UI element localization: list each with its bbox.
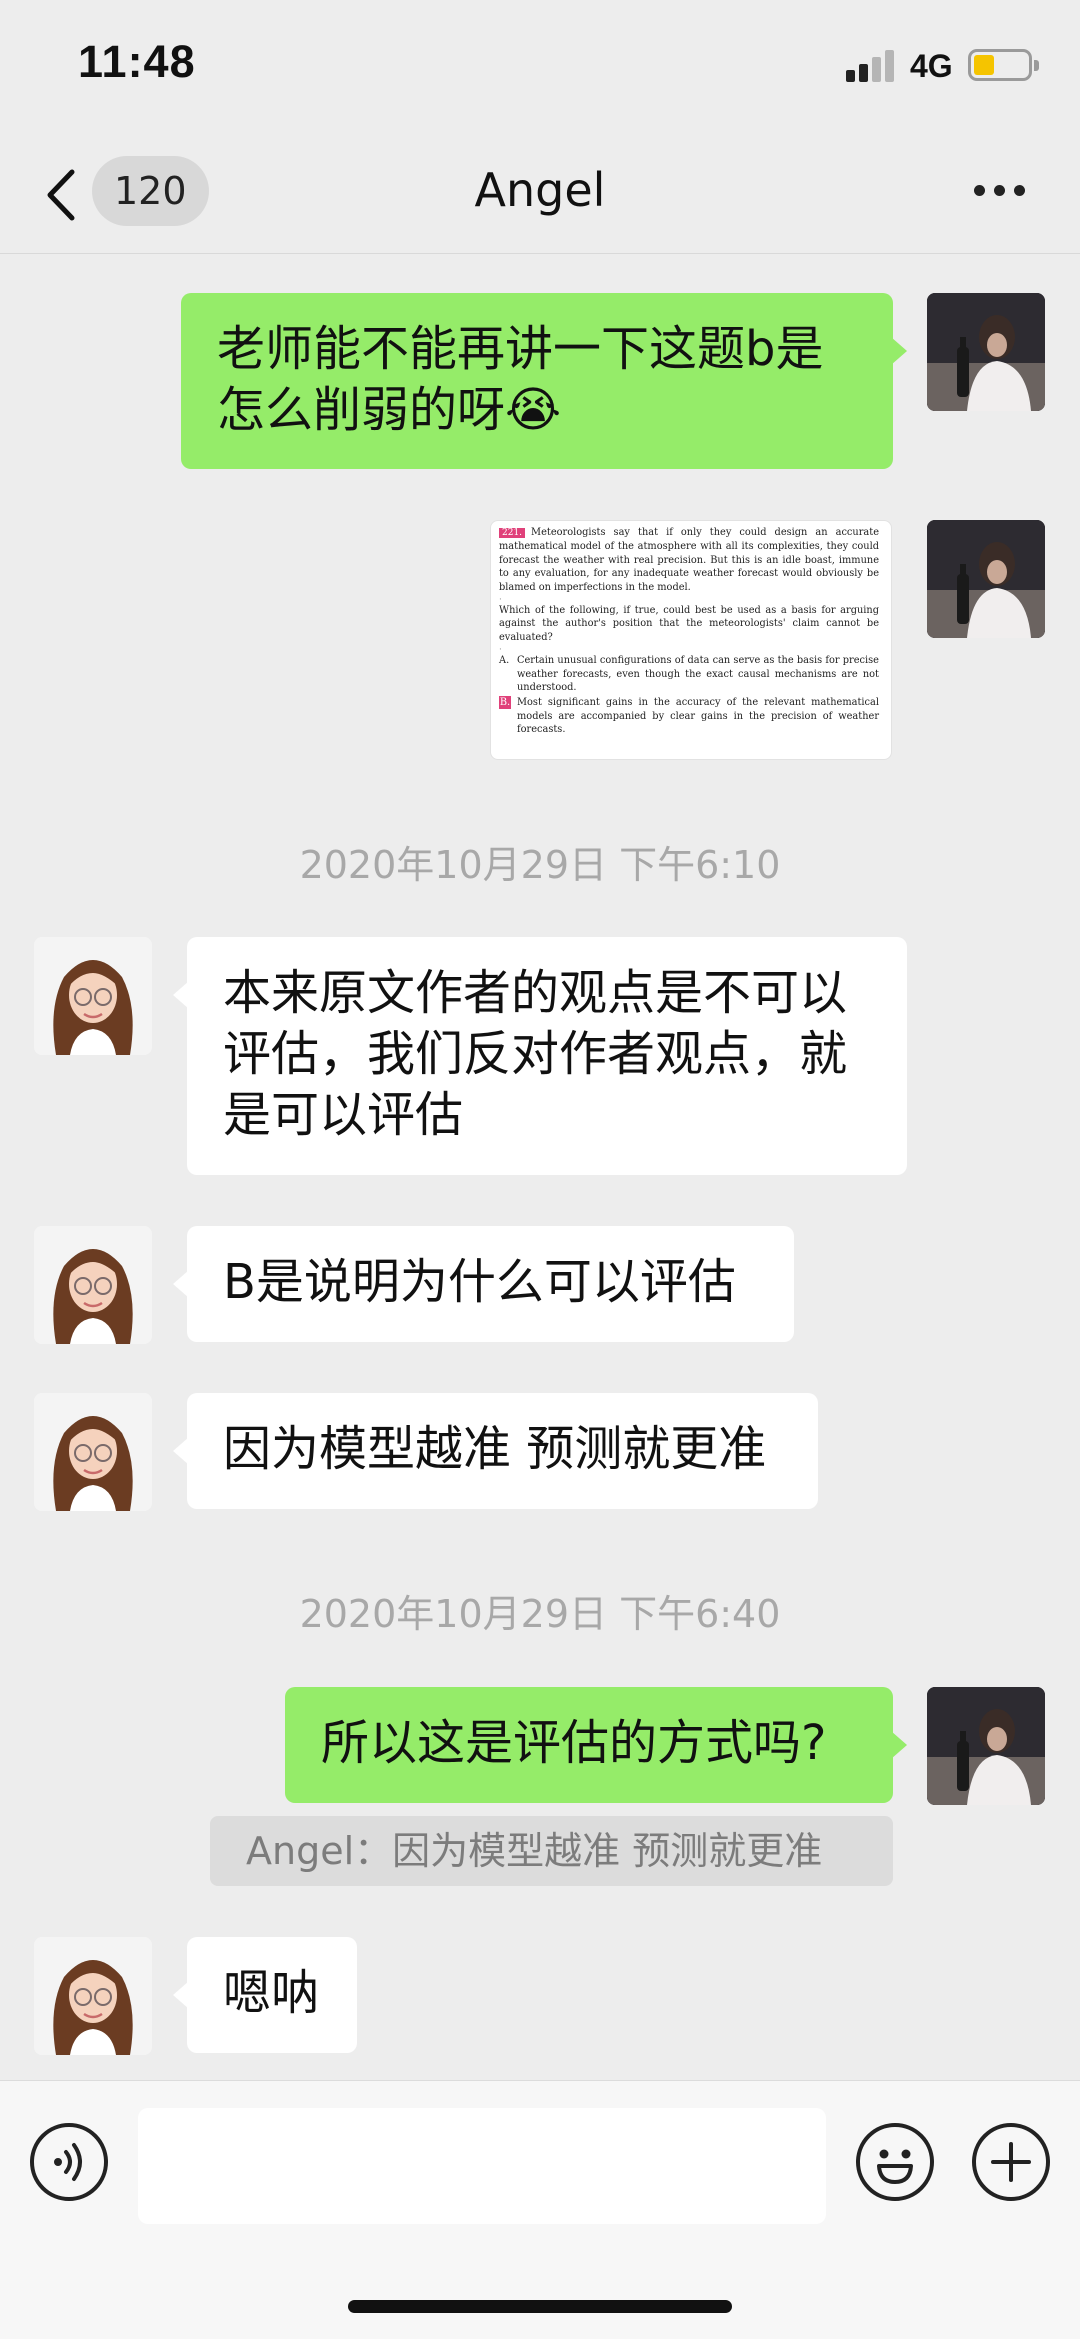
battery-icon [968,49,1039,81]
question-number: 221. [499,528,526,538]
contact-avatar-illustration [34,937,152,1055]
received-message[interactable]: B是说明为什么可以评估 [173,1226,794,1342]
plus-icon[interactable] [972,2123,1050,2201]
option-letter: B. [499,696,511,710]
emoji-icon[interactable] [856,2123,934,2201]
message-text: B是说明为什么可以评估 [223,1254,736,1310]
passage-text: Meteorologists say that if only they cou… [499,527,879,593]
option-a: A. Certain unusual configurations of dat… [499,654,879,696]
contact-avatar[interactable] [34,937,152,1055]
received-message[interactable]: 本来原文作者的观点是不可以评估，我们反对作者观点，就是可以评估 [173,937,907,1175]
status-time: 11:48 [78,36,196,87]
message-timestamp: 2020年10月29日 下午6:40 [299,1592,781,1636]
contact-avatar-illustration [34,1226,152,1344]
home-indicator[interactable] [348,2300,732,2313]
my-avatar[interactable] [927,520,1045,638]
received-message[interactable]: 嗯呐 [173,1937,357,2053]
option-text: Certain unusual configurations of data c… [517,655,879,694]
my-avatar[interactable] [927,293,1045,411]
status-bar: 11:48 4G [0,0,1080,130]
received-message[interactable]: 因为模型越准 预测就更准 [173,1393,818,1509]
option-b: B. Most significant gains in the accurac… [499,696,879,738]
chat-header: 120 Angel [0,130,1080,254]
contact-avatar-illustration [34,1937,152,2055]
message-text: 所以这是评估的方式吗? [321,1715,827,1771]
message-text: 老师能不能再讲一下这题b是怎么削弱的呀😭 [217,321,824,438]
contact-avatar[interactable] [34,1226,152,1344]
option-letter: A. [499,655,510,667]
more-icon[interactable] [972,180,1028,202]
option-text: Most significant gains in the accuracy o… [517,697,879,736]
my-avatar-photo [927,520,1045,638]
contact-avatar[interactable] [34,1393,152,1511]
message-timestamp: 2020年10月29日 下午6:10 [299,843,781,887]
my-avatar[interactable] [927,1687,1045,1805]
my-avatar-photo [927,1687,1045,1805]
contact-avatar-illustration [34,1393,152,1511]
chat-title: Angel [474,163,606,217]
image-message[interactable]: 221. Meteorologists say that if only they… [490,520,892,760]
my-avatar-photo [927,293,1045,411]
message-text-field[interactable] [138,2108,826,2224]
network-type: 4G [910,48,953,84]
signal-icon [846,48,898,82]
sent-message[interactable]: 所以这是评估的方式吗? [285,1687,907,1803]
quoted-reply[interactable]: Angel：因为模型越准 预测就更准 [210,1816,893,1886]
question-text: Which of the following, if true, could b… [499,605,879,643]
message-text: 嗯呐 [223,1965,320,2021]
message-text: 本来原文作者的观点是不可以评估，我们反对作者观点，就是可以评估 [223,965,848,1143]
message-text: 因为模型越准 预测就更准 [223,1421,767,1477]
sent-message[interactable]: 老师能不能再讲一下这题b是怎么削弱的呀😭 [181,293,907,469]
voice-icon[interactable] [30,2123,108,2201]
contact-avatar[interactable] [34,1937,152,2055]
